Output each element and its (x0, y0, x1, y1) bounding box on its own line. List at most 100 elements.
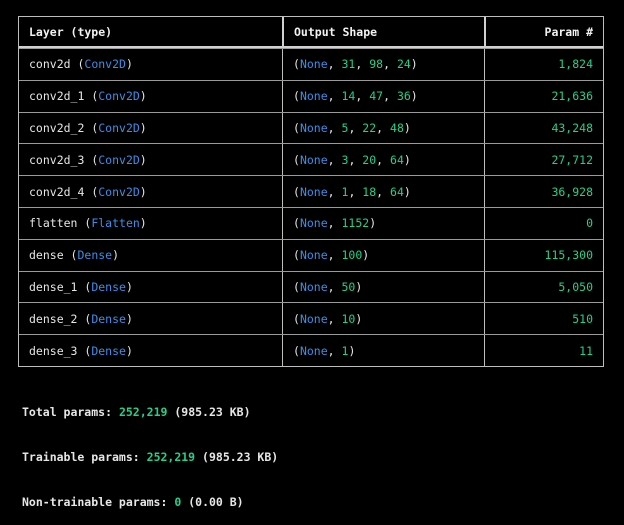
param-count: 0 (586, 216, 593, 231)
shape-dim: 1 (341, 343, 349, 358)
layer-type: Conv2D (98, 184, 140, 199)
layer-cell: conv2d_3 (Conv2D) (29, 152, 147, 167)
shape-dim: 24 (396, 57, 411, 72)
layer-name: conv2d (29, 57, 71, 72)
table-row: conv2d_1 (Conv2D) (None, 14, 47, 36) 21,63… (19, 79, 603, 112)
layer-cell: dense_1 (Dense) (29, 279, 133, 294)
layer-cell: conv2d_1 (Conv2D) (29, 89, 147, 104)
layer-name: dense_3 (29, 343, 78, 358)
trainable-params-line: Trainable params: 252,219 (985.23 KB) (22, 450, 278, 465)
param-count-cell: 510 (484, 303, 603, 335)
layer-cell: dense_2 (Dense) (29, 311, 133, 326)
param-count-cell: 36,928 (484, 176, 603, 207)
output-shape-cell: (None, 1) (282, 335, 484, 366)
table-header-row: Layer (type) Output Shape Param # (19, 17, 603, 48)
model-summary-table: Layer (type) Output Shape Param # conv2d… (18, 16, 604, 367)
batch-dim: None (299, 89, 328, 104)
shape-dim: 10 (341, 311, 356, 326)
param-count: 43,248 (551, 120, 593, 135)
layer-cell: flatten (Flatten) (29, 216, 147, 231)
shape-dim: 1152 (341, 216, 370, 231)
batch-dim: None (299, 120, 328, 135)
trainable-params-label: Trainable params: (22, 450, 140, 464)
layer-type: Conv2D (98, 152, 140, 167)
layer-rows: conv2d (Conv2D)(None, 31, 98, 24) 1,824 co… (19, 48, 603, 366)
header-layer-type: Layer (type) (29, 24, 113, 39)
layer-name: dense (29, 248, 64, 263)
non-trainable-params-size: (0.00 B) (188, 495, 244, 509)
header-output-shape: Output Shape (282, 17, 484, 46)
total-params-label: Total params: (22, 405, 113, 419)
layer-type: Conv2D (98, 89, 140, 104)
param-count-cell: 11 (484, 335, 603, 366)
header-param-count: Param # (484, 17, 603, 46)
param-count-cell: 115,300 (484, 239, 603, 271)
table-row: conv2d (Conv2D) (None, 31, 98, 24) 1,824 (19, 48, 603, 80)
shape-dim: 64 (390, 152, 404, 167)
param-count-cell: 43,248 (484, 112, 603, 144)
table-row: flatten (Flatten) (None, 1152) 0 (19, 206, 603, 239)
param-count: 115,300 (544, 248, 593, 263)
layer-name: conv2d_1 (29, 89, 85, 104)
param-count: 5,050 (558, 279, 593, 294)
shape-dim: 3 (341, 152, 349, 167)
layer-type: Conv2D (98, 120, 140, 135)
layer-type: Dense (91, 279, 126, 294)
layer-type: Dense (91, 343, 126, 358)
table-row: conv2d_2 (Conv2D) (None, 5, 22, 48) 43,248 (19, 111, 603, 144)
shape-dim: 100 (341, 248, 363, 263)
batch-dim: None (299, 279, 328, 294)
output-shape-cell: (None, 50) (282, 271, 484, 303)
layer-cell: conv2d (Conv2D) (29, 57, 133, 72)
shape-dim: 5 (341, 120, 349, 135)
batch-dim: None (299, 343, 328, 358)
shape-dim: 36 (396, 89, 411, 104)
layer-cell: dense_3 (Dense) (29, 343, 133, 358)
param-count-cell: 27,712 (484, 144, 603, 176)
shape-dim: 50 (341, 279, 356, 294)
param-count-cell: 21,636 (484, 80, 603, 112)
shape-dim: 22 (362, 120, 377, 135)
layer-name: dense_1 (29, 279, 78, 294)
layer-cell: conv2d_4 (Conv2D) (29, 184, 147, 199)
param-count: 36,928 (551, 184, 593, 199)
shape-dim: 20 (362, 152, 377, 167)
shape-dim: 18 (362, 184, 377, 199)
param-count: 11 (579, 343, 593, 358)
output-shape-cell: (None, 5, 22, 48) (282, 112, 484, 144)
shape-dim: 1 (341, 184, 349, 199)
output-shape-cell: (None, 31, 98, 24) (282, 49, 484, 80)
non-trainable-params-label: Non-trainable params: (22, 495, 168, 509)
layer-name: dense_2 (29, 311, 78, 326)
output-shape-cell: (None, 14, 47, 36) (282, 80, 484, 112)
batch-dim: None (299, 311, 328, 326)
table-row: conv2d_4 (Conv2D) (None, 1, 18, 64) 36,928 (19, 175, 603, 207)
total-params-size: (985.23 KB) (174, 405, 251, 419)
param-count: 21,636 (551, 89, 593, 104)
shape-dim: 31 (341, 57, 356, 72)
param-count-cell: 5,050 (484, 271, 603, 303)
param-count-cell: 0 (484, 207, 603, 239)
output-shape-cell: (None, 100) (282, 239, 484, 271)
batch-dim: None (299, 57, 328, 72)
layer-cell: conv2d_2 (Conv2D) (29, 120, 147, 135)
shape-dim: 47 (369, 89, 384, 104)
shape-dim: 98 (369, 57, 384, 72)
table-row: dense (Dense) (None, 100) 115,300 (19, 238, 603, 271)
layer-type: Dense (91, 311, 126, 326)
layer-name: conv2d_2 (29, 120, 85, 135)
params-summary: Total params: 252,219 (985.23 KB) Traina… (22, 375, 278, 525)
table-row: dense_2 (Dense) (None, 10) 510 (19, 302, 603, 335)
layer-name: conv2d_3 (29, 152, 85, 167)
output-shape-cell: (None, 1152) (282, 207, 484, 239)
trainable-params-value: 252,219 (146, 450, 196, 464)
shape-dim: 64 (390, 184, 404, 199)
non-trainable-params-value: 0 (174, 495, 182, 509)
table-row: dense_3 (Dense) (None, 1) 11 (19, 334, 603, 366)
total-params-value: 252,219 (118, 405, 168, 419)
table-row: conv2d_3 (Conv2D) (None, 3, 20, 64) 27,712 (19, 143, 603, 176)
layer-name: conv2d_4 (29, 184, 85, 199)
output-shape-cell: (None, 3, 20, 64) (282, 144, 484, 176)
non-trainable-params-line: Non-trainable params: 0 (0.00 B) (22, 495, 278, 510)
layer-cell: dense (Dense) (29, 248, 120, 263)
